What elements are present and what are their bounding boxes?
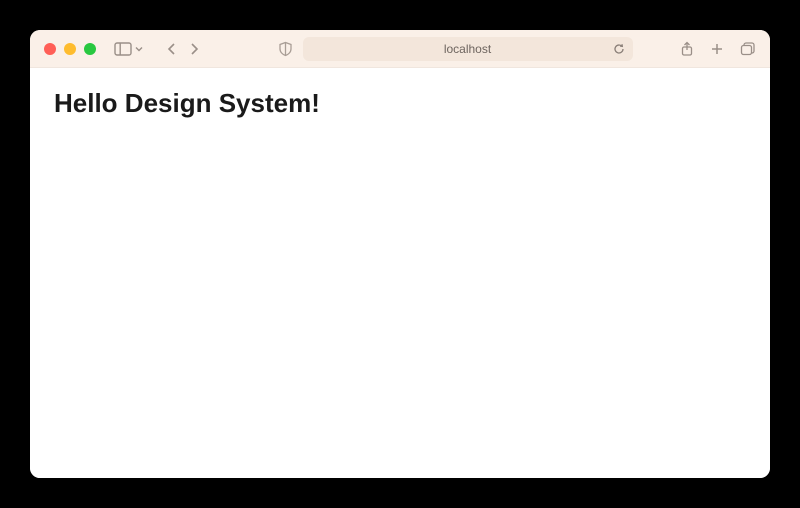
navigation-group bbox=[166, 42, 200, 56]
titlebar: localhost bbox=[30, 30, 770, 68]
address-text: localhost bbox=[444, 42, 491, 56]
privacy-shield-icon[interactable] bbox=[278, 41, 293, 57]
back-button[interactable] bbox=[166, 42, 178, 56]
new-tab-icon[interactable] bbox=[710, 42, 724, 56]
page-heading: Hello Design System! bbox=[54, 88, 746, 119]
minimize-window-icon[interactable] bbox=[64, 43, 76, 55]
window-controls bbox=[44, 43, 96, 55]
address-bar-wrap: localhost bbox=[256, 37, 654, 61]
address-bar[interactable]: localhost bbox=[303, 37, 633, 61]
fullscreen-window-icon[interactable] bbox=[84, 43, 96, 55]
sidebar-toggle-group bbox=[114, 42, 144, 56]
share-icon[interactable] bbox=[680, 41, 694, 57]
toolbar-right bbox=[680, 41, 756, 57]
tab-overview-icon[interactable] bbox=[740, 42, 756, 56]
close-window-icon[interactable] bbox=[44, 43, 56, 55]
sidebar-icon[interactable] bbox=[114, 42, 132, 56]
forward-button[interactable] bbox=[188, 42, 200, 56]
reload-icon[interactable] bbox=[613, 43, 625, 55]
browser-window: localhost bbox=[30, 30, 770, 478]
page-content: Hello Design System! bbox=[30, 68, 770, 478]
chevron-down-icon[interactable] bbox=[134, 44, 144, 54]
